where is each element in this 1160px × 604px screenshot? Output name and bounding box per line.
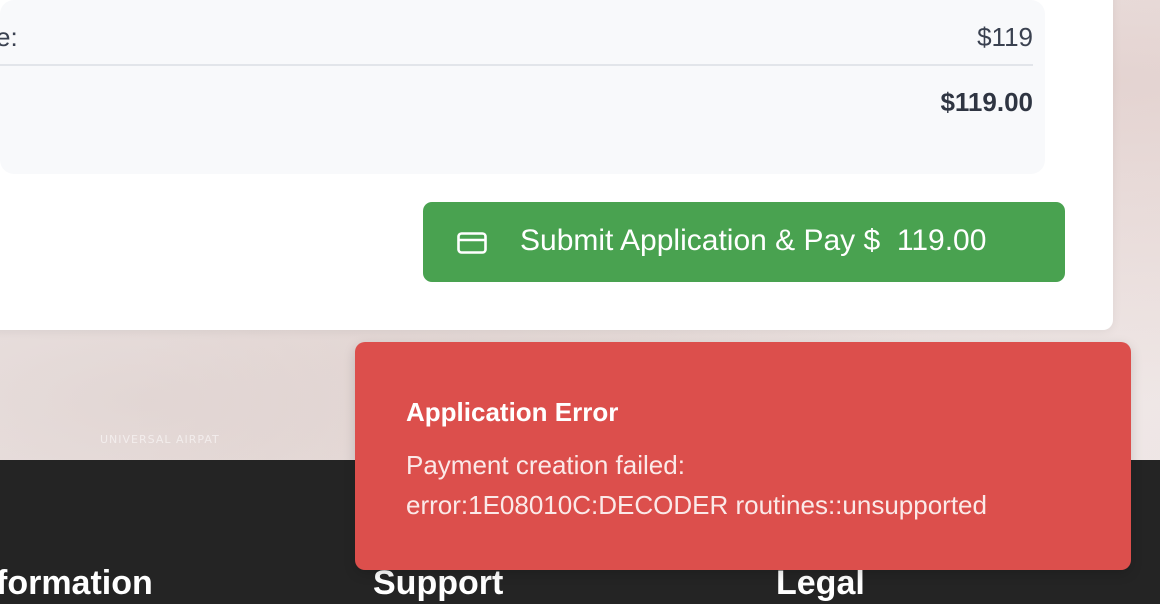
error-toast[interactable]: Application Error Payment creation faile… <box>355 342 1131 570</box>
footer-heading-information: formation <box>0 564 153 602</box>
background-caption: UNIVERSAL AIRPAT <box>100 433 220 446</box>
toast-message-line-2: error:1E08010C:DECODER routines::unsuppo… <box>406 490 987 520</box>
credit-card-icon <box>457 232 487 254</box>
total-value: $119.00 <box>940 86 1033 117</box>
toast-message: Payment creation failed: error:1E08010C:… <box>406 445 1106 525</box>
order-summary: e: $119 $119.00 <box>0 0 1045 174</box>
submit-pay-button[interactable]: Submit Application & Pay $ 119.00 <box>423 202 1065 282</box>
total-row: $119.00 <box>0 82 1033 122</box>
fee-row: e: $119 <box>0 17 1033 57</box>
fee-value: $119 <box>977 21 1033 52</box>
toast-title: Application Error <box>406 397 619 427</box>
toast-message-line-1: Payment creation failed: <box>406 450 685 480</box>
submit-pay-label: Submit Application & Pay $ 119.00 <box>520 224 987 257</box>
summary-divider <box>0 64 1033 66</box>
fee-label: e: <box>0 21 18 52</box>
